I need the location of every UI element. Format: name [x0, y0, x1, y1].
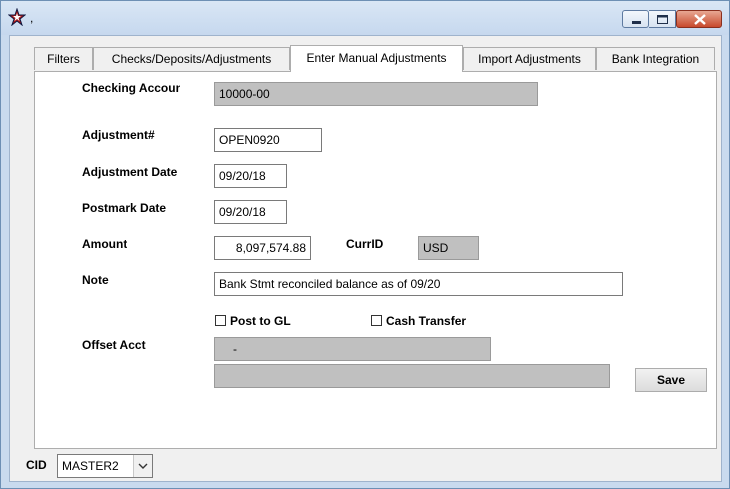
maximize-button[interactable]: [649, 10, 676, 28]
postmark-date-label: Postmark Date: [82, 201, 167, 215]
chevron-down-icon: [138, 463, 148, 469]
application-window: , Filters Checks/Deposits/Adjustments En…: [0, 0, 730, 489]
offset-acct-label: Offset Acct: [82, 338, 146, 352]
currid-label: CurrID: [346, 237, 384, 251]
amount-field[interactable]: 8,097,574.88: [214, 236, 311, 260]
save-button[interactable]: Save: [635, 368, 707, 392]
manual-adjustments-panel: Checking Accoun 10000-00 Adjustment# OPE…: [34, 71, 717, 449]
adjustment-date-field[interactable]: 09/20/18: [214, 164, 287, 188]
cid-label: CID: [26, 458, 47, 472]
minimize-button[interactable]: [622, 10, 649, 28]
adjustment-number-label: Adjustment#: [82, 128, 155, 142]
checking-account-field[interactable]: 10000-00: [214, 82, 538, 106]
cid-dropdown-value: MASTER2: [62, 459, 119, 473]
adjustment-date-label: Adjustment Date: [82, 165, 178, 179]
tab-checks-deposits-adjustments[interactable]: Checks/Deposits/Adjustments: [93, 47, 290, 70]
minimize-icon: [632, 21, 641, 24]
client-area: Filters Checks/Deposits/Adjustments Ente…: [9, 35, 722, 482]
cid-dropdown-button[interactable]: [133, 455, 152, 477]
tab-enter-manual-adjustments[interactable]: Enter Manual Adjustments: [290, 45, 463, 72]
offset-acct-field[interactable]: -: [214, 337, 491, 361]
postmark-date-field[interactable]: 09/20/18: [214, 200, 287, 224]
cid-dropdown[interactable]: MASTER2: [57, 454, 153, 478]
note-label: Note: [82, 273, 109, 287]
tab-import-adjustments[interactable]: Import Adjustments: [463, 47, 596, 70]
checking-account-label: Checking Accoun: [82, 81, 180, 95]
adjustment-number-field[interactable]: OPEN0920: [214, 128, 322, 152]
post-to-gl-label: Post to GL: [230, 314, 291, 328]
tab-filters[interactable]: Filters: [34, 47, 93, 70]
close-button[interactable]: [676, 10, 722, 28]
close-icon: [694, 14, 706, 25]
tab-bank-integration[interactable]: Bank Integration: [596, 47, 715, 70]
post-to-gl-checkbox[interactable]: [215, 315, 226, 326]
window-title: ,: [30, 11, 34, 25]
title-bar: ,: [1, 1, 729, 35]
amount-label: Amount: [82, 237, 128, 251]
currid-field[interactable]: USD: [418, 236, 479, 260]
note-field[interactable]: Bank Stmt reconciled balance as of 09/20: [214, 272, 623, 296]
cash-transfer-label: Cash Transfer: [386, 314, 467, 328]
app-star-icon: [7, 7, 27, 27]
maximize-icon: [657, 15, 668, 24]
cash-transfer-checkbox[interactable]: [371, 315, 382, 326]
offset-acct-description-field[interactable]: [214, 364, 610, 388]
